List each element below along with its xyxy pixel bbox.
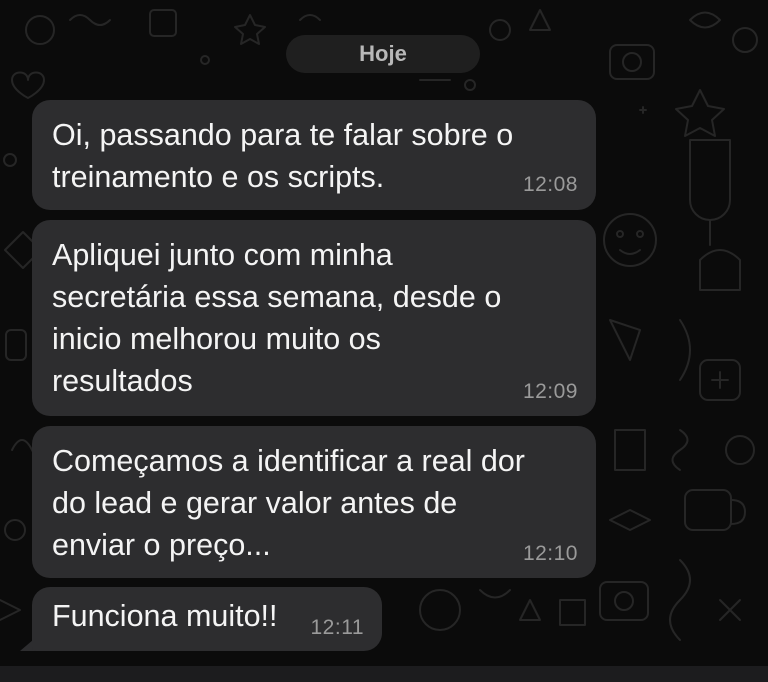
message-timestamp: 12:08	[522, 173, 578, 196]
doodle-wave	[69, 14, 111, 26]
doodle-popsicle	[689, 139, 731, 221]
doodle-camera-2	[599, 581, 649, 621]
message-timestamp: 12:11	[310, 616, 364, 639]
doodle-dot	[200, 55, 210, 65]
doodle-face	[603, 213, 657, 267]
date-separator: Hoje	[286, 35, 480, 73]
message-timestamp: 12:09	[522, 380, 578, 403]
doodle-heart	[11, 71, 45, 99]
date-separator-label: Hoje	[359, 41, 407, 66]
message-text: Funciona muito!!	[52, 599, 278, 633]
message-text: Começamos a identificar a real dor do le…	[52, 444, 525, 562]
message-timestamp: 12:10	[522, 542, 578, 565]
message-bubble[interactable]: Começamos a identificar a real dor do le…	[32, 426, 596, 578]
message-bubble[interactable]: Funciona muito!! 12:11	[32, 587, 382, 651]
doodle-camera	[609, 44, 655, 80]
message-bubble[interactable]: Oi, passando para te falar sobre o trein…	[32, 100, 596, 210]
composer-bar-edge	[0, 666, 768, 682]
message-text: Apliquei junto com minha secretária essa…	[52, 238, 502, 398]
message-bubble[interactable]: Apliquei junto com minha secretária essa…	[32, 220, 596, 416]
message-text: Oi, passando para te falar sobre o trein…	[52, 118, 514, 194]
doodle-star	[234, 14, 266, 45]
doodle-circle	[25, 15, 55, 45]
doodle-square	[149, 9, 177, 37]
